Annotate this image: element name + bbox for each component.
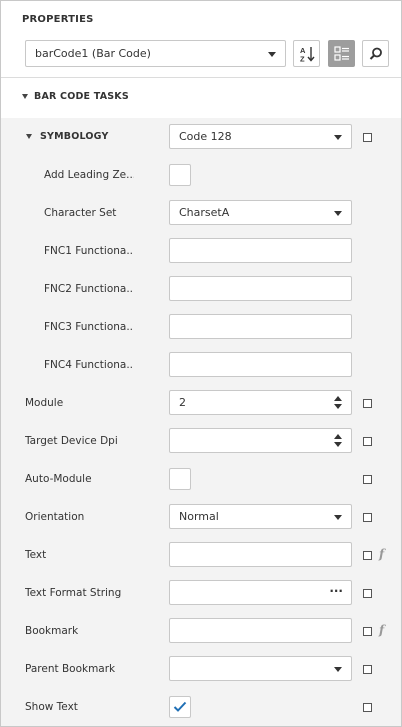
property-label: Bookmark	[25, 625, 79, 637]
collapse-triangle-icon[interactable]	[26, 134, 32, 139]
property-row-fnc2: FNC2 Functiona...	[1, 270, 401, 308]
symbology-value: Code 128	[179, 130, 232, 143]
component-selector[interactable]: barCode1 (Bar Code)	[25, 40, 286, 67]
categorized-view-icon	[334, 46, 349, 61]
property-marker-icon[interactable]	[363, 399, 372, 408]
spin-up-icon[interactable]	[334, 434, 342, 439]
text-format-string-input[interactable]: ···	[169, 580, 352, 605]
expression-function-icon[interactable]: f	[379, 547, 384, 561]
property-label: FNC1 Functiona...	[44, 245, 134, 257]
character-set-dropdown[interactable]: CharsetA	[169, 200, 352, 225]
property-label: Character Set	[44, 207, 117, 219]
property-row-fnc1: FNC1 Functiona...	[1, 232, 401, 270]
property-label: Add Leading Ze...	[44, 169, 134, 181]
module-spinner[interactable]: 2	[169, 390, 352, 415]
property-label: Show Text	[25, 701, 78, 713]
auto-module-checkbox[interactable]	[169, 468, 191, 490]
spin-down-icon[interactable]	[334, 404, 342, 409]
chevron-down-icon	[334, 211, 342, 216]
collapse-triangle-icon	[22, 94, 28, 99]
property-row-symbology: SYMBOLOGY Code 128	[1, 118, 401, 156]
spin-up-icon[interactable]	[334, 396, 342, 401]
properties-panel: PROPERTIES barCode1 (Bar Code) A Z BAR C…	[0, 0, 402, 727]
chevron-down-icon	[334, 667, 342, 672]
categorized-view-button[interactable]	[328, 40, 355, 67]
property-marker-icon[interactable]	[363, 437, 372, 446]
property-label: Parent Bookmark	[25, 663, 116, 675]
property-row-add-leading-zero: Add Leading Ze...	[1, 156, 401, 194]
property-row-orientation: Orientation Normal	[1, 498, 401, 536]
property-row-show-text: Show Text	[1, 688, 401, 726]
property-row-text: Text f	[1, 536, 401, 574]
ellipsis-button[interactable]: ···	[329, 581, 343, 602]
property-row-fnc4: FNC4 Functiona...	[1, 346, 401, 384]
chevron-down-icon	[334, 135, 342, 140]
svg-text:Z: Z	[300, 55, 305, 64]
property-label: Text Format String	[25, 587, 122, 599]
fnc4-input[interactable]	[169, 352, 352, 377]
sort-alphabetical-button[interactable]: A Z	[293, 40, 320, 67]
add-leading-zero-checkbox[interactable]	[169, 164, 191, 186]
parent-bookmark-dropdown[interactable]	[169, 656, 352, 681]
fnc1-input[interactable]	[169, 238, 352, 263]
symbology-dropdown[interactable]: Code 128	[169, 124, 352, 149]
property-label: FNC3 Functiona...	[44, 321, 134, 333]
property-grid: SYMBOLOGY Code 128 Add Leading Ze... Cha…	[1, 118, 401, 726]
search-button[interactable]	[362, 40, 389, 67]
show-text-checkbox[interactable]	[169, 696, 191, 718]
fnc2-input[interactable]	[169, 276, 352, 301]
chevron-down-icon	[334, 515, 342, 520]
property-label: Text	[25, 549, 47, 561]
orientation-value: Normal	[179, 510, 219, 523]
module-value: 2	[179, 396, 186, 409]
sort-alphabetical-icon: A Z	[300, 46, 315, 64]
component-selector-value: barCode1 (Bar Code)	[35, 47, 151, 60]
bookmark-input[interactable]	[169, 618, 352, 643]
text-input[interactable]	[169, 542, 352, 567]
property-label: Orientation	[25, 511, 85, 523]
bar-code-tasks-header[interactable]: BAR CODE TASKS	[1, 78, 401, 118]
property-row-module: Module 2	[1, 384, 401, 422]
property-marker-icon[interactable]	[363, 475, 372, 484]
property-row-bookmark: Bookmark f	[1, 612, 401, 650]
property-label: Target Device Dpi	[25, 435, 118, 447]
property-row-character-set: Character Set CharsetA	[1, 194, 401, 232]
property-marker-icon[interactable]	[363, 513, 372, 522]
spin-down-icon[interactable]	[334, 442, 342, 447]
target-device-dpi-spinner[interactable]	[169, 428, 352, 453]
chevron-down-icon	[268, 52, 276, 57]
property-marker-icon[interactable]	[363, 133, 372, 142]
property-label: Module	[25, 397, 64, 409]
property-row-text-format-string: Text Format String ···	[1, 574, 401, 612]
property-label: FNC2 Functiona...	[44, 283, 134, 295]
character-set-value: CharsetA	[179, 206, 230, 219]
property-label: SYMBOLOGY	[40, 131, 109, 142]
property-marker-icon[interactable]	[363, 665, 372, 674]
property-row-fnc3: FNC3 Functiona...	[1, 308, 401, 346]
property-row-parent-bookmark: Parent Bookmark	[1, 650, 401, 688]
search-icon	[369, 47, 382, 60]
checkmark-icon	[173, 701, 187, 712]
expression-function-icon[interactable]: f	[379, 623, 384, 637]
panel-title: PROPERTIES	[22, 14, 94, 25]
property-marker-icon[interactable]	[363, 551, 372, 560]
bar-code-tasks-title: BAR CODE TASKS	[34, 91, 129, 102]
property-marker-icon[interactable]	[363, 589, 372, 598]
property-row-target-device-dpi: Target Device Dpi	[1, 422, 401, 460]
property-label: FNC4 Functiona...	[44, 359, 134, 371]
property-label: Auto-Module	[25, 473, 92, 485]
orientation-dropdown[interactable]: Normal	[169, 504, 352, 529]
property-row-auto-module: Auto-Module	[1, 460, 401, 498]
property-marker-icon[interactable]	[363, 627, 372, 636]
fnc3-input[interactable]	[169, 314, 352, 339]
property-marker-icon[interactable]	[363, 703, 372, 712]
